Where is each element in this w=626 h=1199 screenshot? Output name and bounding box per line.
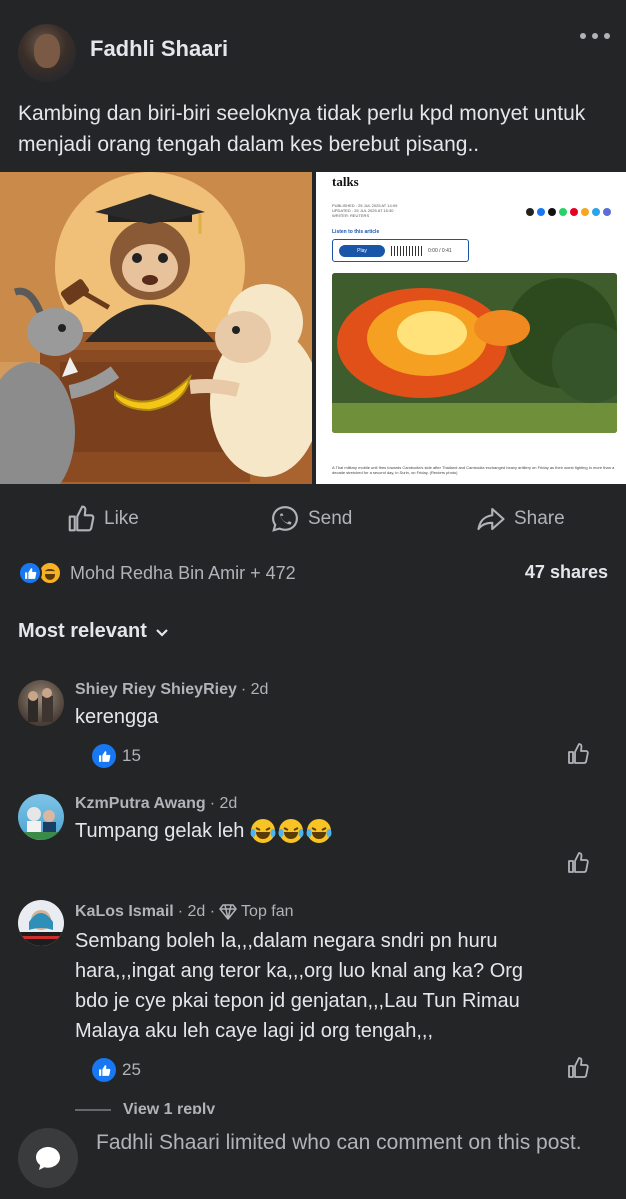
post-media[interactable]: talks PUBLISHED : 25 JUL 2025 AT 14:09 U… (0, 172, 626, 484)
comment-header: KzmPutra Awang · 2d (75, 795, 237, 813)
comment-text: Sembang boleh la,,,dalam negara sndri pn… (75, 930, 524, 1042)
thumbs-up-icon (68, 505, 95, 532)
thumbs-up-icon[interactable] (566, 742, 590, 766)
comment-reactions[interactable]: 15 (92, 744, 141, 768)
comment-restriction-footer: Fadhli Shaari limited who can comment on… (0, 1114, 626, 1199)
like-button[interactable]: Like (66, 504, 139, 534)
like-label: Like (104, 508, 139, 529)
commenter-name[interactable]: KzmPutra Awang (75, 795, 206, 813)
send-label: Send (308, 508, 353, 529)
commenter-name[interactable]: KaLos Ismail (75, 903, 174, 921)
commenter-avatar[interactable] (18, 680, 64, 726)
post-header: Fadhli Shaari (0, 0, 626, 96)
like-reaction-icon (92, 744, 116, 768)
share-label: Share (514, 508, 565, 529)
commenter-name[interactable]: Shiey Riey ShieyRiey (75, 681, 237, 699)
reactions-summary[interactable]: Mohd Redha Bin Amir + 472 (18, 560, 296, 586)
action-bar: Like Send Share (0, 496, 626, 542)
post-text: Kambing dan biri-biri seeloknya tidak pe… (18, 102, 586, 156)
commenter-avatar[interactable] (18, 900, 64, 946)
comment-header: Shiey Riey ShieyRiey · 2d (75, 681, 268, 699)
article-title: talks (332, 174, 359, 189)
article-photo (332, 273, 617, 433)
article-share-icons (526, 208, 611, 216)
waveform-icon (391, 246, 423, 256)
comment-body: Tumpang gelak leh (75, 816, 555, 846)
play-button[interactable]: Play (339, 245, 385, 257)
listen-label: Listen to this article (332, 229, 380, 235)
commenter-avatar[interactable] (18, 794, 64, 840)
shares-count[interactable]: 47 shares (525, 562, 608, 583)
footer-author-name[interactable]: Fadhli Shaari (96, 1131, 220, 1154)
audio-time: 0:00 / 0:41 (428, 248, 452, 254)
comment-header: KaLos Ismail · 2d · Top fan (75, 903, 294, 921)
comment-reactions[interactable]: 25 (92, 1058, 141, 1082)
sort-label: Most relevant (18, 620, 147, 642)
share-button[interactable]: Share (476, 504, 565, 534)
diamond-icon (219, 904, 237, 920)
comment-time[interactable]: · 2d (210, 795, 238, 813)
article-meta: PUBLISHED : 25 JUL 2025 AT 14:09 UPDATED… (332, 203, 398, 218)
speech-bubble-icon (18, 1128, 78, 1188)
article-caption: A Thai military mobile unit fires toward… (332, 465, 615, 475)
top-fan-badge: Top fan (241, 903, 294, 920)
more-horizontal-icon[interactable] (580, 28, 610, 44)
share-arrow-icon (477, 507, 505, 531)
comment-text: Tumpang gelak leh (75, 820, 245, 842)
audio-player[interactable]: Play 0:00 / 0:41 (332, 239, 469, 262)
like-reaction-icon (92, 1058, 116, 1082)
restriction-text: Fadhli Shaari limited who can comment on… (96, 1131, 582, 1154)
thumbs-up-icon[interactable] (566, 851, 590, 875)
like-reaction-icon (18, 561, 42, 585)
thumbs-up-icon[interactable] (566, 1056, 590, 1080)
author-name[interactable]: Fadhli Shaari (90, 36, 228, 62)
comment-sort-dropdown[interactable]: Most relevant (18, 620, 169, 643)
messenger-icon (272, 506, 298, 532)
comment-time[interactable]: · 2d (241, 681, 269, 699)
comment-time[interactable]: · 2d · (178, 903, 215, 921)
comment-like-count: 25 (122, 1060, 141, 1079)
send-button[interactable]: Send (270, 504, 352, 534)
comment-like-count: 15 (122, 746, 141, 765)
author-avatar[interactable] (18, 24, 76, 82)
chevron-down-icon (156, 628, 168, 637)
reply-thread-line (75, 1109, 111, 1111)
cartoon-image[interactable] (0, 172, 312, 484)
laughing-tears-emoji-icon (250, 818, 332, 844)
article-screenshot[interactable]: talks PUBLISHED : 25 JUL 2025 AT 14:09 U… (316, 172, 626, 484)
reactions-text: Mohd Redha Bin Amir + 472 (70, 562, 296, 583)
comment-text: kerengga (75, 706, 159, 728)
